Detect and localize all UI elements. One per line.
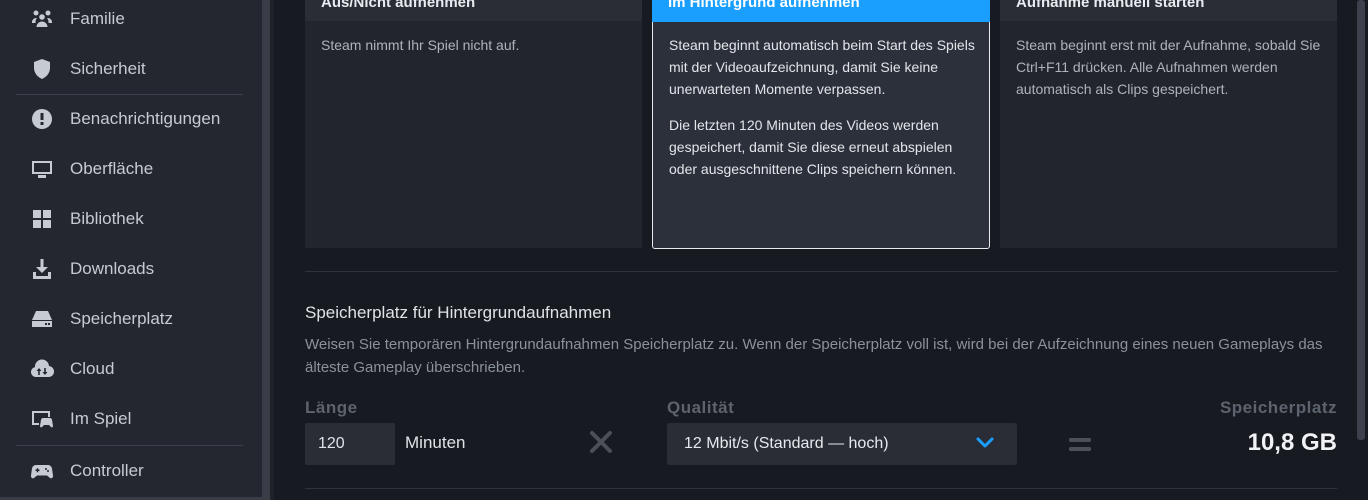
card-description: Steam nimmt Ihr Spiel nicht auf. <box>321 34 628 70</box>
card-paragraph: Steam beginnt erst mit der Aufnahme, sob… <box>1016 37 1321 97</box>
sidebar-divider <box>16 94 243 95</box>
sidebar-item-label: Benachrichtigungen <box>70 109 221 128</box>
card-title: Aufnahme manuell starten <box>1000 0 1337 21</box>
card-description: Steam beginnt erst mit der Aufnahme, sob… <box>1016 34 1323 114</box>
sidebar-item-label: Controller <box>70 461 144 480</box>
section-description: Weisen Sie temporären Hintergrundaufnahm… <box>305 336 1323 376</box>
sidebar-item-label: Cloud <box>70 359 115 378</box>
quality-selected-value: 12 Mbit/s (Standard — hoch) <box>684 435 889 452</box>
sidebar-item-label: Oberfläche <box>70 159 154 178</box>
sidebar-item-cloud[interactable]: Cloud <box>0 347 262 391</box>
chevron-down-icon <box>976 437 994 448</box>
sidebar-item-controller[interactable]: Controller <box>0 449 262 493</box>
sidebar-item-library[interactable]: Bibliothek <box>0 197 262 241</box>
card-paragraph: Die letzten 120 Minuten des Videos werde… <box>669 117 957 177</box>
recording-mode-background-card[interactable]: Im Hintergrund aufnehmen Steam beginnt a… <box>652 0 990 249</box>
sidebar-item-in-game[interactable]: Im Spiel <box>0 397 262 441</box>
section-divider <box>305 271 1337 272</box>
card-title: Aus/Nicht aufnehmen <box>305 0 642 21</box>
sidebar-item-label: Im Spiel <box>70 409 132 428</box>
recording-mode-manual-card[interactable]: Aufnahme manuell starten Steam beginnt e… <box>1000 0 1337 248</box>
sidebar-item-downloads[interactable]: Downloads <box>0 247 262 291</box>
storage-value: 10,8 GB <box>1247 429 1337 456</box>
multiply-icon <box>590 431 612 453</box>
library-grid-icon <box>29 206 55 232</box>
quality-dropdown[interactable]: 12 Mbit/s (Standard — hoch) <box>667 423 1017 465</box>
card-paragraph: Steam beginnt automatisch beim Start des… <box>669 37 975 97</box>
sidebar-edge <box>270 0 274 500</box>
shield-icon <box>29 56 55 82</box>
length-unit: Minuten <box>405 433 466 452</box>
section-divider <box>305 488 1337 489</box>
gamepad-icon <box>29 458 55 484</box>
sidebar-item-label: Sicherheit <box>70 59 146 78</box>
notification-icon <box>29 106 55 132</box>
sidebar-item-security[interactable]: Sicherheit <box>0 47 262 91</box>
length-label: Länge <box>305 398 358 417</box>
settings-sidebar: Familie Sicherheit Benachrichtigungen Ob… <box>0 0 262 500</box>
storage-drive-icon <box>29 306 55 332</box>
sidebar-item-storage[interactable]: Speicherplatz <box>0 297 262 341</box>
recording-mode-off-card[interactable]: Aus/Nicht aufnehmen Steam nimmt Ihr Spie… <box>305 0 642 248</box>
sidebar-item-notifications[interactable]: Benachrichtigungen <box>0 97 262 141</box>
sidebar-item-label: Downloads <box>70 259 155 278</box>
card-title: Im Hintergrund aufnehmen <box>652 0 990 22</box>
card-paragraph: Steam nimmt Ihr Spiel nicht auf. <box>321 37 520 53</box>
download-icon <box>29 256 55 282</box>
cloud-sync-icon <box>29 356 55 382</box>
sidebar-item-family[interactable]: Familie <box>0 0 262 41</box>
section-title: Speicherplatz für Hintergrundaufnahmen <box>305 303 612 322</box>
length-input[interactable] <box>305 423 395 465</box>
family-icon <box>29 6 55 32</box>
steam-settings-window: Familie Sicherheit Benachrichtigungen Ob… <box>0 0 1368 500</box>
sidebar-scrollbar[interactable] <box>262 0 270 500</box>
sidebar-divider <box>16 445 243 446</box>
sidebar-item-label: Speicherplatz <box>70 309 174 328</box>
sidebar-item-interface[interactable]: Oberfläche <box>0 147 262 191</box>
storage-label: Speicherplatz <box>1219 398 1337 417</box>
main-scrollbar[interactable] <box>1357 0 1365 440</box>
sidebar-item-label: Bibliothek <box>70 209 144 228</box>
monitor-icon <box>29 156 55 182</box>
quality-label: Qualität <box>667 398 735 417</box>
sidebar-item-label: Familie <box>70 9 125 28</box>
in-game-icon <box>29 406 55 432</box>
card-description: Steam beginnt automatisch beim Start des… <box>669 34 975 194</box>
equals-icon <box>1069 438 1091 451</box>
